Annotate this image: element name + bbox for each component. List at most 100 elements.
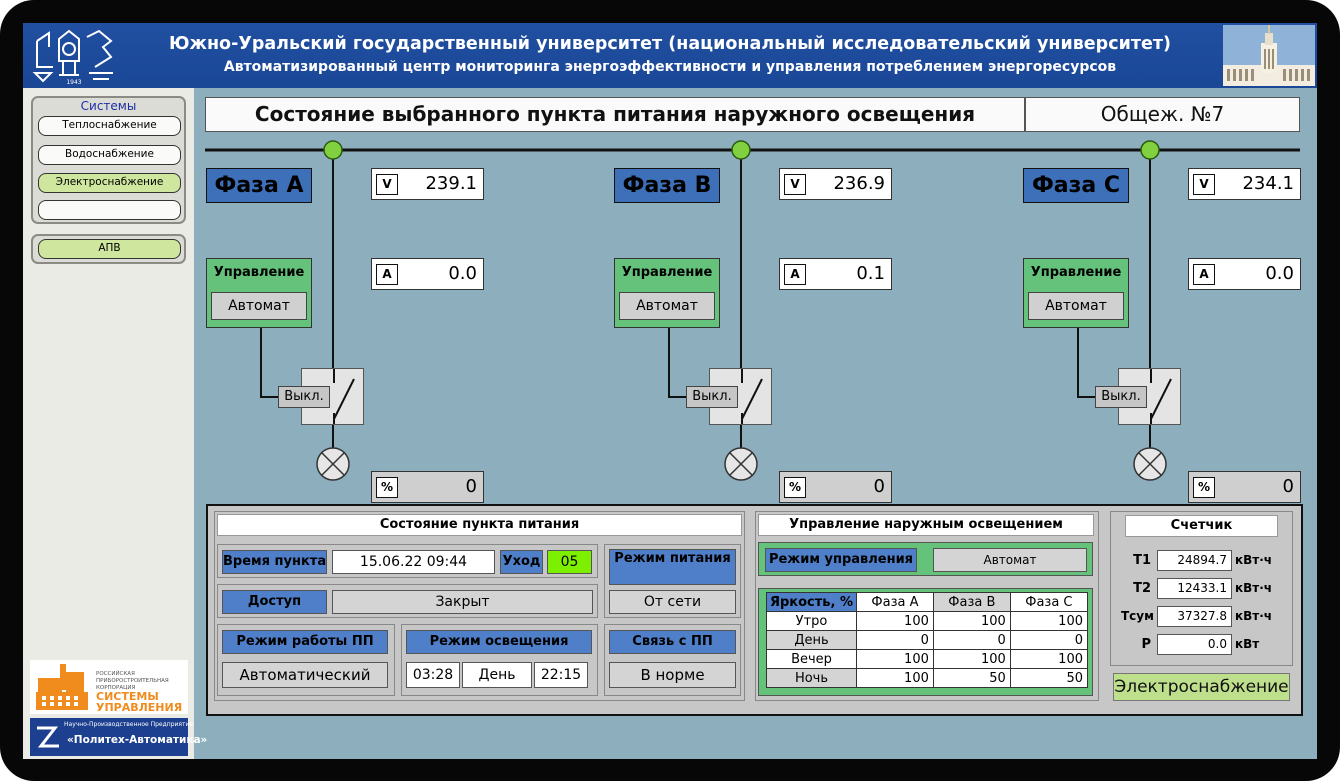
phase-a-current: A 0.0: [371, 258, 484, 290]
power-mode-label: Режим питания: [609, 549, 736, 585]
current-value: 0.0: [448, 263, 477, 284]
status-title: Состояние пункта питания: [217, 514, 742, 536]
apv-button[interactable]: АПВ: [38, 239, 181, 259]
sidebar-item-empty[interactable]: [38, 200, 181, 220]
sidebar-item-water-supply[interactable]: Водоснабжение: [38, 145, 181, 165]
table-row: Вечер 100 100 100: [766, 649, 1089, 669]
counter-unit: кВт·ч: [1235, 609, 1273, 623]
cell-b[interactable]: 0: [932, 630, 1011, 650]
corp-line5: УПРАВЛЕНИЯ: [96, 701, 182, 714]
apv-group: АПВ: [31, 234, 186, 264]
time-value: 15.06.22 09:44: [332, 550, 495, 574]
pct-value: 0: [873, 476, 885, 497]
cell-a[interactable]: 0: [856, 630, 934, 650]
light-end-time: 22:15: [534, 662, 588, 688]
sidebar: Системы Теплоснабжение Водоснабжение Эле…: [23, 88, 207, 759]
phase-b-node-icon: [731, 140, 751, 160]
phase-b-voltage: V 236.9: [779, 168, 892, 200]
wiring-diagram: [205, 140, 1300, 481]
work-mode-label: Режим работы ПП: [222, 630, 388, 654]
time-row: Время пункта 15.06.22 09:44 Уход 05: [217, 544, 598, 578]
phase-a-off-button[interactable]: Выкл.: [278, 386, 330, 408]
info-panel: Состояние пункта питания Время пункта 15…: [206, 504, 1303, 716]
cell-c[interactable]: 50: [1009, 668, 1089, 688]
phase-b-control: Управление Автомат: [614, 258, 720, 328]
light-start-time: 03:28: [406, 662, 460, 688]
counter-value: 24894.7: [1157, 550, 1232, 571]
pct-unit: %: [376, 477, 398, 498]
link-value: В норме: [609, 662, 736, 688]
counter-row-t2: T2 12433.1 кВт·ч: [1111, 578, 1291, 600]
counter-value: 0.0: [1157, 634, 1232, 655]
phase-c-off-button[interactable]: Выкл.: [1095, 386, 1147, 408]
sidebar-item-heat-supply[interactable]: Теплоснабжение: [38, 116, 181, 136]
counter-unit: кВт·ч: [1235, 581, 1273, 595]
phase-a-lamp-icon: [316, 447, 350, 481]
phase-b-lamp-icon: [724, 447, 758, 481]
lighting-title: Управление наружным освещением: [758, 514, 1094, 536]
brightness-table: Яркость, % Фаза А Фаза В Фаза С Утро 100…: [766, 592, 1089, 688]
header-title: Южно-Уральский государственный университ…: [169, 34, 1171, 54]
lighting-mode-label: Режим управления: [765, 548, 917, 572]
counter-key: Tсум: [1121, 609, 1154, 623]
corp-line1: РОССИЙСКАЯ: [96, 670, 135, 677]
col-phase-b: Фаза В: [932, 592, 1011, 612]
phase-b-brightness: % 0: [779, 471, 892, 503]
pct-value: 0: [465, 476, 477, 497]
factory-icon: РОССИЙСКАЯ ПРИБОРОСТРОИТЕЛЬНАЯ КОРПОРАЦИ…: [30, 660, 188, 714]
cell-a[interactable]: 100: [856, 649, 934, 669]
cell-b[interactable]: 100: [932, 611, 1011, 631]
lighting-section: Управление наружным освещением Режим упр…: [755, 511, 1099, 701]
header-bar: 1943 Южно-Уральский государственный унив…: [23, 23, 1317, 88]
access-row: Доступ Закрыт: [217, 584, 598, 618]
phase-b-off-button[interactable]: Выкл.: [686, 386, 738, 408]
university-building-icon: [1223, 25, 1315, 86]
counter-key: T1: [1133, 553, 1151, 568]
col-phase-a: Фаза А: [856, 592, 934, 612]
phase-c-mode-button[interactable]: Автомат: [1028, 292, 1124, 320]
counter-value: 12433.1: [1157, 578, 1232, 599]
control-label: Управление: [621, 265, 713, 280]
phase-b-mode-button[interactable]: Автомат: [619, 292, 715, 320]
power-supply-button[interactable]: Электроснабжение: [1113, 673, 1290, 701]
cell-c[interactable]: 100: [1009, 649, 1089, 669]
current-unit: A: [376, 264, 398, 285]
phase-c-voltage: V 234.1: [1188, 168, 1301, 200]
cell-c[interactable]: 100: [1009, 611, 1089, 631]
sidebar-item-power-supply[interactable]: Электроснабжение: [38, 173, 181, 193]
counter-row-t1: T1 24894.7 кВт·ч: [1111, 550, 1291, 572]
cell-a[interactable]: 100: [856, 668, 934, 688]
corp-line2: ПРИБОРОСТРОИТЕЛЬНАЯ: [96, 678, 169, 684]
current-unit: A: [1193, 264, 1215, 285]
control-label: Управление: [1030, 265, 1122, 280]
systems-group: Системы Теплоснабжение Водоснабжение Эле…: [31, 96, 186, 224]
access-label: Доступ: [222, 590, 327, 614]
light-mode-label: Режим освещения: [406, 630, 592, 654]
time-label: Время пункта: [222, 550, 327, 574]
politeh-mark-icon: [37, 726, 59, 748]
cell-a[interactable]: 100: [856, 611, 934, 631]
pct-unit: %: [784, 477, 806, 498]
politeh-logo: Научно-Производственное Предприятие «Пол…: [30, 718, 207, 756]
cell-b[interactable]: 50: [932, 668, 1011, 688]
phase-a-node-icon: [323, 140, 343, 160]
work-mode-box: Режим работы ПП Автоматический: [217, 624, 395, 696]
phase-c-control: Управление Автомат: [1023, 258, 1129, 328]
current-unit: A: [784, 264, 806, 285]
phase-a-brightness: % 0: [371, 471, 484, 503]
header-subtitle: Автоматизированный центр мониторинга эне…: [223, 59, 1117, 75]
row-label: Утро: [766, 611, 857, 631]
phase-a-mode-button[interactable]: Автомат: [211, 292, 307, 320]
phase-b-current: A 0.1: [779, 258, 892, 290]
light-period: День: [462, 662, 532, 688]
row-label: День: [766, 630, 857, 650]
phase-c-lamp-icon: [1133, 447, 1167, 481]
lighting-mode-button[interactable]: Автомат: [933, 548, 1087, 572]
light-mode-box: Режим освещения 03:28 День 22:15: [401, 624, 598, 696]
cell-c[interactable]: 0: [1009, 630, 1089, 650]
voltage-unit: V: [376, 174, 398, 195]
cell-b[interactable]: 100: [932, 649, 1011, 669]
table-row: Утро 100 100 100: [766, 611, 1089, 631]
pct-unit: %: [1193, 477, 1215, 498]
logo-year: 1943: [66, 79, 81, 85]
